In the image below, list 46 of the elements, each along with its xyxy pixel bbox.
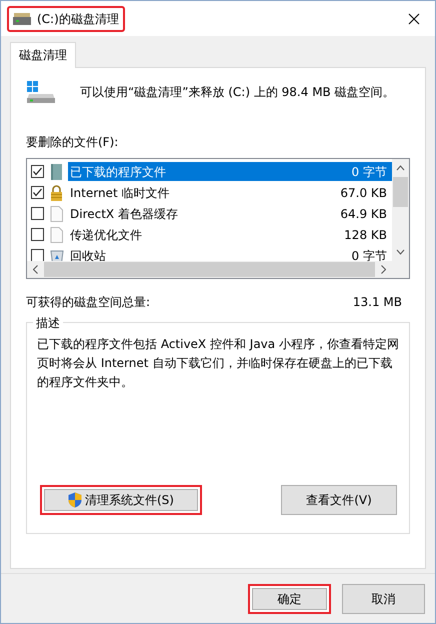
file-row[interactable]: 传递优化文件 128 KB [68,225,392,244]
file-row[interactable]: DirectX 着色器缓存 64.9 KB [68,204,392,223]
vertical-scrollbar[interactable] [392,159,409,261]
file-name: 回收站 [70,248,106,261]
view-files-button[interactable]: 查看文件(V) [281,485,397,515]
drive-icon [26,80,56,104]
file-size: 67.0 KB [340,184,387,202]
files-list[interactable]: 已下载的程序文件 0 字节 Internet 临时文件 67.0 KB DirectX 着色器缓存 64.9 KB 传递优化文件 128 KB 回收站 0 字节 [26,158,410,279]
file-name: 已下载的程序文件 [70,164,166,180]
file-size: 0 字节 [352,248,387,261]
checkbox[interactable] [31,207,44,220]
horizontal-scrollbar[interactable] [27,261,409,278]
file-icon [49,226,65,242]
file-name: 传递优化文件 [70,226,142,244]
intro-text: 可以使用“磁盘清理”来释放 (C:) 上的 98.4 MB 磁盘空间。 [79,84,395,101]
ok-button[interactable]: 确定 [248,584,331,614]
checkbox[interactable] [31,249,44,261]
folder-icon [49,164,65,180]
total-label: 可获得的磁盘空间总量: [26,294,150,311]
shield-icon [68,492,82,508]
window-title: (C:)的磁盘清理 [7,6,125,32]
recycle-bin-icon [49,248,65,261]
checkbox[interactable] [31,228,44,241]
scroll-right-icon [381,265,386,274]
file-size: 128 KB [344,226,387,244]
tab[interactable]: 磁盘清理 [10,42,76,68]
file-name: Internet 临时文件 [70,184,170,202]
description-title: 描述 [33,314,63,332]
file-size: 0 字节 [352,164,387,180]
drive-icon [13,12,31,26]
file-row[interactable]: Internet 临时文件 67.0 KB [68,183,392,202]
file-icon [49,206,65,222]
file-row[interactable]: 已下载的程序文件 0 字节 [68,162,392,181]
checkbox[interactable] [31,186,44,199]
cancel-button[interactable]: 取消 [342,584,425,614]
file-size: 64.9 KB [340,206,387,222]
files-label: 要删除的文件(F): [26,134,120,151]
lock-icon [49,184,65,200]
file-row[interactable]: 回收站 0 字节 [68,246,392,261]
checkbox[interactable] [31,165,44,178]
close-icon [408,12,420,24]
clean-system-files-button[interactable]: 清理系统文件(S) [40,485,202,515]
scroll-left-icon [33,265,38,274]
total-value: 13.1 MB [352,294,402,311]
file-name: DirectX 着色器缓存 [70,206,178,222]
description-text: 已下载的程序文件包括 ActiveX 控件和 Java 小程序，你查看特定网页时将会从 Internet 自动下载它们，并临时保存在硬盘上的已下载的程序文件夹中。 [37,336,399,391]
